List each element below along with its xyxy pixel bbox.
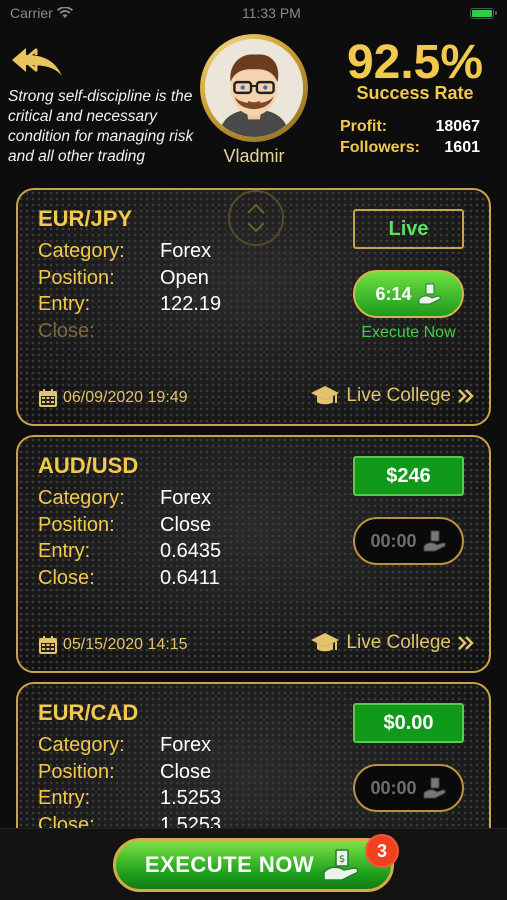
signal-card[interactable]: EUR/CAD Category: Forex Position: Close … [16,682,491,828]
status-bar: Carrier 11:33 PM [0,0,507,26]
execute-now-label: EXECUTE NOW [144,852,315,877]
timer-button[interactable]: 00:00 [353,517,464,565]
signal-card[interactable]: AUD/USD Category: Forex Position: Close … [16,435,491,673]
status-badge: Live [353,209,464,249]
execute-now-link[interactable]: Execute Now [353,324,464,342]
category-label: Category: [38,734,125,756]
live-college-label: Live College [346,385,451,406]
avatar[interactable] [200,34,308,142]
live-college-label: Live College [346,632,451,653]
battery-icon [469,7,497,19]
close-value: 1.5253 [160,814,222,828]
graduation-cap-icon [311,633,340,652]
category-value: Forex [160,487,212,509]
entry-value: 122.19 [160,293,222,315]
live-college-link[interactable]: Live College [310,631,475,655]
signal-date: 06/09/2020 19:49 [38,388,188,408]
timer-button[interactable]: 00:00 [353,764,464,812]
user-name: Vladmir [223,146,285,166]
category-value: Forex [160,734,212,756]
back-arrow-icon[interactable] [10,46,66,82]
timer-button[interactable]: 6:14 [353,270,464,318]
position-label: Position: [38,761,115,783]
execute-now-button[interactable]: EXECUTE NOW $ [113,838,394,892]
profit-badge: $0.00 [353,703,464,743]
position-label: Position: [38,514,115,536]
position-row: Position: Close [38,514,211,537]
status-left: Carrier [10,5,73,21]
currency-pair: EUR/CAD [38,700,139,725]
status-time: 11:33 PM [241,5,301,21]
close-label: Close: [38,814,95,828]
position-value: Open [160,267,209,289]
signal-card[interactable]: EUR/JPY Category: Forex Position: Open E… [16,188,491,426]
timer-value: 00:00 [370,530,417,551]
success-rate-label: Success Rate [356,83,474,103]
svg-text:$: $ [339,854,345,865]
category-label: Category: [38,240,125,262]
money-hand-icon: $ [323,849,359,881]
carrier-label: Carrier [10,5,53,21]
position-label: Position: [38,267,115,289]
followers-row: Followers: 1601 [340,139,480,157]
bottom-bar: EXECUTE NOW $ 3 [0,828,507,900]
signal-date: 05/15/2020 14:15 [38,635,188,655]
live-college-link[interactable]: Live College [310,384,475,408]
profit-value: 18067 [435,118,481,135]
entry-row: Entry: 1.5253 [38,787,221,810]
signal-date-text: 05/15/2020 14:15 [63,636,188,653]
category-row: Category: Forex [38,734,211,757]
motivational-quote: Strong self-discipline is the critical a… [8,88,194,165]
category-row: Category: Forex [38,487,211,510]
followers-value: 1601 [444,139,480,156]
entry-value: 0.6435 [160,540,222,562]
close-row: Close: 1.5253 [38,814,221,828]
up-down-arrows-icon [228,190,284,246]
calendar-icon [39,636,57,654]
entry-value: 1.5253 [160,787,222,809]
close-value: 0.6411 [160,567,220,589]
category-row: Category: Forex [38,240,211,263]
double-chevron-right-icon [458,389,474,403]
profit-badge: $246 [353,456,464,496]
timer-value: 00:00 [370,777,417,798]
position-row: Position: Open [38,267,209,290]
money-hand-icon [423,530,446,552]
double-chevron-right-icon [458,636,474,650]
close-row: Close: 0.6411 [38,567,220,590]
money-hand-icon [418,283,441,305]
profile-header: Strong self-discipline is the critical a… [0,26,507,176]
entry-label: Entry: [38,540,91,562]
close-row: Close: [38,320,160,343]
profit-label: Profit: [340,118,388,135]
position-value: Close [160,761,212,783]
timer-value: 6:14 [375,283,412,304]
close-label: Close: [38,320,95,342]
close-label: Close: [38,567,95,589]
calendar-icon [39,389,57,407]
signal-list[interactable]: EUR/JPY Category: Forex Position: Open E… [0,176,507,828]
avatar-image [205,39,303,137]
money-hand-icon [423,777,446,799]
entry-label: Entry: [38,293,91,315]
currency-pair: AUD/USD [38,453,139,478]
position-row: Position: Close [38,761,211,784]
position-value: Close [160,514,212,536]
category-value: Forex [160,240,212,262]
wifi-icon [56,7,73,18]
notification-badge: 3 [365,834,399,868]
profit-row: Profit: 18067 [340,118,480,136]
currency-pair: EUR/JPY [38,206,133,231]
success-rate-value: 92.5% [346,36,484,89]
entry-label: Entry: [38,787,91,809]
entry-row: Entry: 0.6435 [38,540,221,563]
graduation-cap-icon [311,386,340,405]
followers-label: Followers: [340,139,421,156]
entry-row: Entry: 122.19 [38,293,221,316]
category-label: Category: [38,487,125,509]
signal-date-text: 06/09/2020 19:49 [63,389,188,406]
